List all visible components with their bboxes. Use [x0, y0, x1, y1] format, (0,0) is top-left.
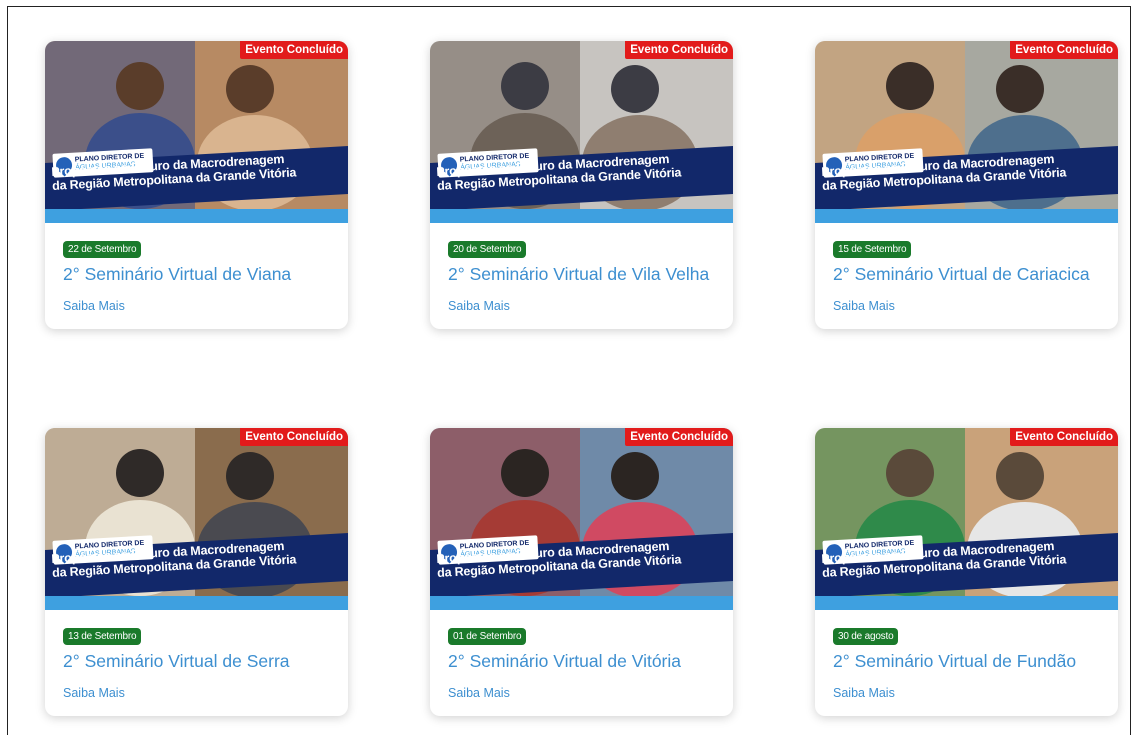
event-title[interactable]: 2° Seminário Virtual de Viana	[63, 263, 330, 285]
event-card-body: 13 de Setembro 2° Seminário Virtual de S…	[45, 610, 348, 716]
event-card-body: 01 de Setembro 2° Seminário Virtual de V…	[430, 610, 733, 716]
event-card[interactable]: PLANO DIRETOR DE ÁGUAS URBANAS Propostas…	[430, 41, 733, 329]
event-title[interactable]: 2° Seminário Virtual de Cariacica	[833, 263, 1100, 285]
banner-strip	[430, 596, 733, 610]
event-date-badge: 22 de Setembro	[63, 241, 142, 258]
event-card[interactable]: PLANO DIRETOR DE ÁGUAS URBANAS Propostas…	[45, 428, 348, 716]
event-card-body: 15 de Setembro 2° Seminário Virtual de C…	[815, 223, 1118, 329]
event-card-body: 20 de Setembro 2° Seminário Virtual de V…	[430, 223, 733, 329]
status-badge: Evento Concluído	[240, 41, 348, 59]
event-card[interactable]: PLANO DIRETOR DE ÁGUAS URBANAS Propostas…	[815, 428, 1118, 716]
event-thumbnail[interactable]: PLANO DIRETOR DE ÁGUAS URBANAS Propostas…	[815, 428, 1118, 610]
event-title[interactable]: 2° Seminário Virtual de Vitória	[448, 650, 715, 672]
event-date-badge: 15 de Setembro	[833, 241, 912, 258]
event-thumbnail[interactable]: PLANO DIRETOR DE ÁGUAS URBANAS Propostas…	[815, 41, 1118, 223]
event-date-badge: 01 de Setembro	[448, 628, 527, 645]
event-title[interactable]: 2° Seminário Virtual de Serra	[63, 650, 330, 672]
status-badge: Evento Concluído	[1010, 428, 1118, 446]
saiba-mais-link[interactable]: Saiba Mais	[833, 686, 1100, 700]
event-thumbnail[interactable]: PLANO DIRETOR DE ÁGUAS URBANAS Propostas…	[45, 428, 348, 610]
saiba-mais-link[interactable]: Saiba Mais	[833, 299, 1100, 313]
event-thumbnail[interactable]: PLANO DIRETOR DE ÁGUAS URBANAS Propostas…	[430, 41, 733, 223]
event-title[interactable]: 2° Seminário Virtual de Fundão	[833, 650, 1100, 672]
banner-strip	[45, 209, 348, 223]
event-date-badge: 20 de Setembro	[448, 241, 527, 258]
event-card-body: 22 de Setembro 2° Seminário Virtual de V…	[45, 223, 348, 329]
status-badge: Evento Concluído	[240, 428, 348, 446]
status-badge: Evento Concluído	[625, 41, 733, 59]
event-card[interactable]: PLANO DIRETOR DE ÁGUAS URBANAS Propostas…	[45, 41, 348, 329]
banner-strip	[815, 209, 1118, 223]
event-date-badge: 30 de agosto	[833, 628, 899, 645]
saiba-mais-link[interactable]: Saiba Mais	[63, 299, 330, 313]
status-badge: Evento Concluído	[625, 428, 733, 446]
saiba-mais-link[interactable]: Saiba Mais	[63, 686, 330, 700]
event-thumbnail[interactable]: PLANO DIRETOR DE ÁGUAS URBANAS Propostas…	[45, 41, 348, 223]
event-card-body: 30 de agosto 2° Seminário Virtual de Fun…	[815, 610, 1118, 716]
event-card[interactable]: PLANO DIRETOR DE ÁGUAS URBANAS Propostas…	[430, 428, 733, 716]
banner-strip	[45, 596, 348, 610]
saiba-mais-link[interactable]: Saiba Mais	[448, 686, 715, 700]
banner-strip	[815, 596, 1118, 610]
saiba-mais-link[interactable]: Saiba Mais	[448, 299, 715, 313]
status-badge: Evento Concluído	[1010, 41, 1118, 59]
event-title[interactable]: 2° Seminário Virtual de Vila Velha	[448, 263, 715, 285]
event-card[interactable]: PLANO DIRETOR DE ÁGUAS URBANAS Propostas…	[815, 41, 1118, 329]
event-thumbnail[interactable]: PLANO DIRETOR DE ÁGUAS URBANAS Propostas…	[430, 428, 733, 610]
banner-strip	[430, 209, 733, 223]
event-date-badge: 13 de Setembro	[63, 628, 142, 645]
